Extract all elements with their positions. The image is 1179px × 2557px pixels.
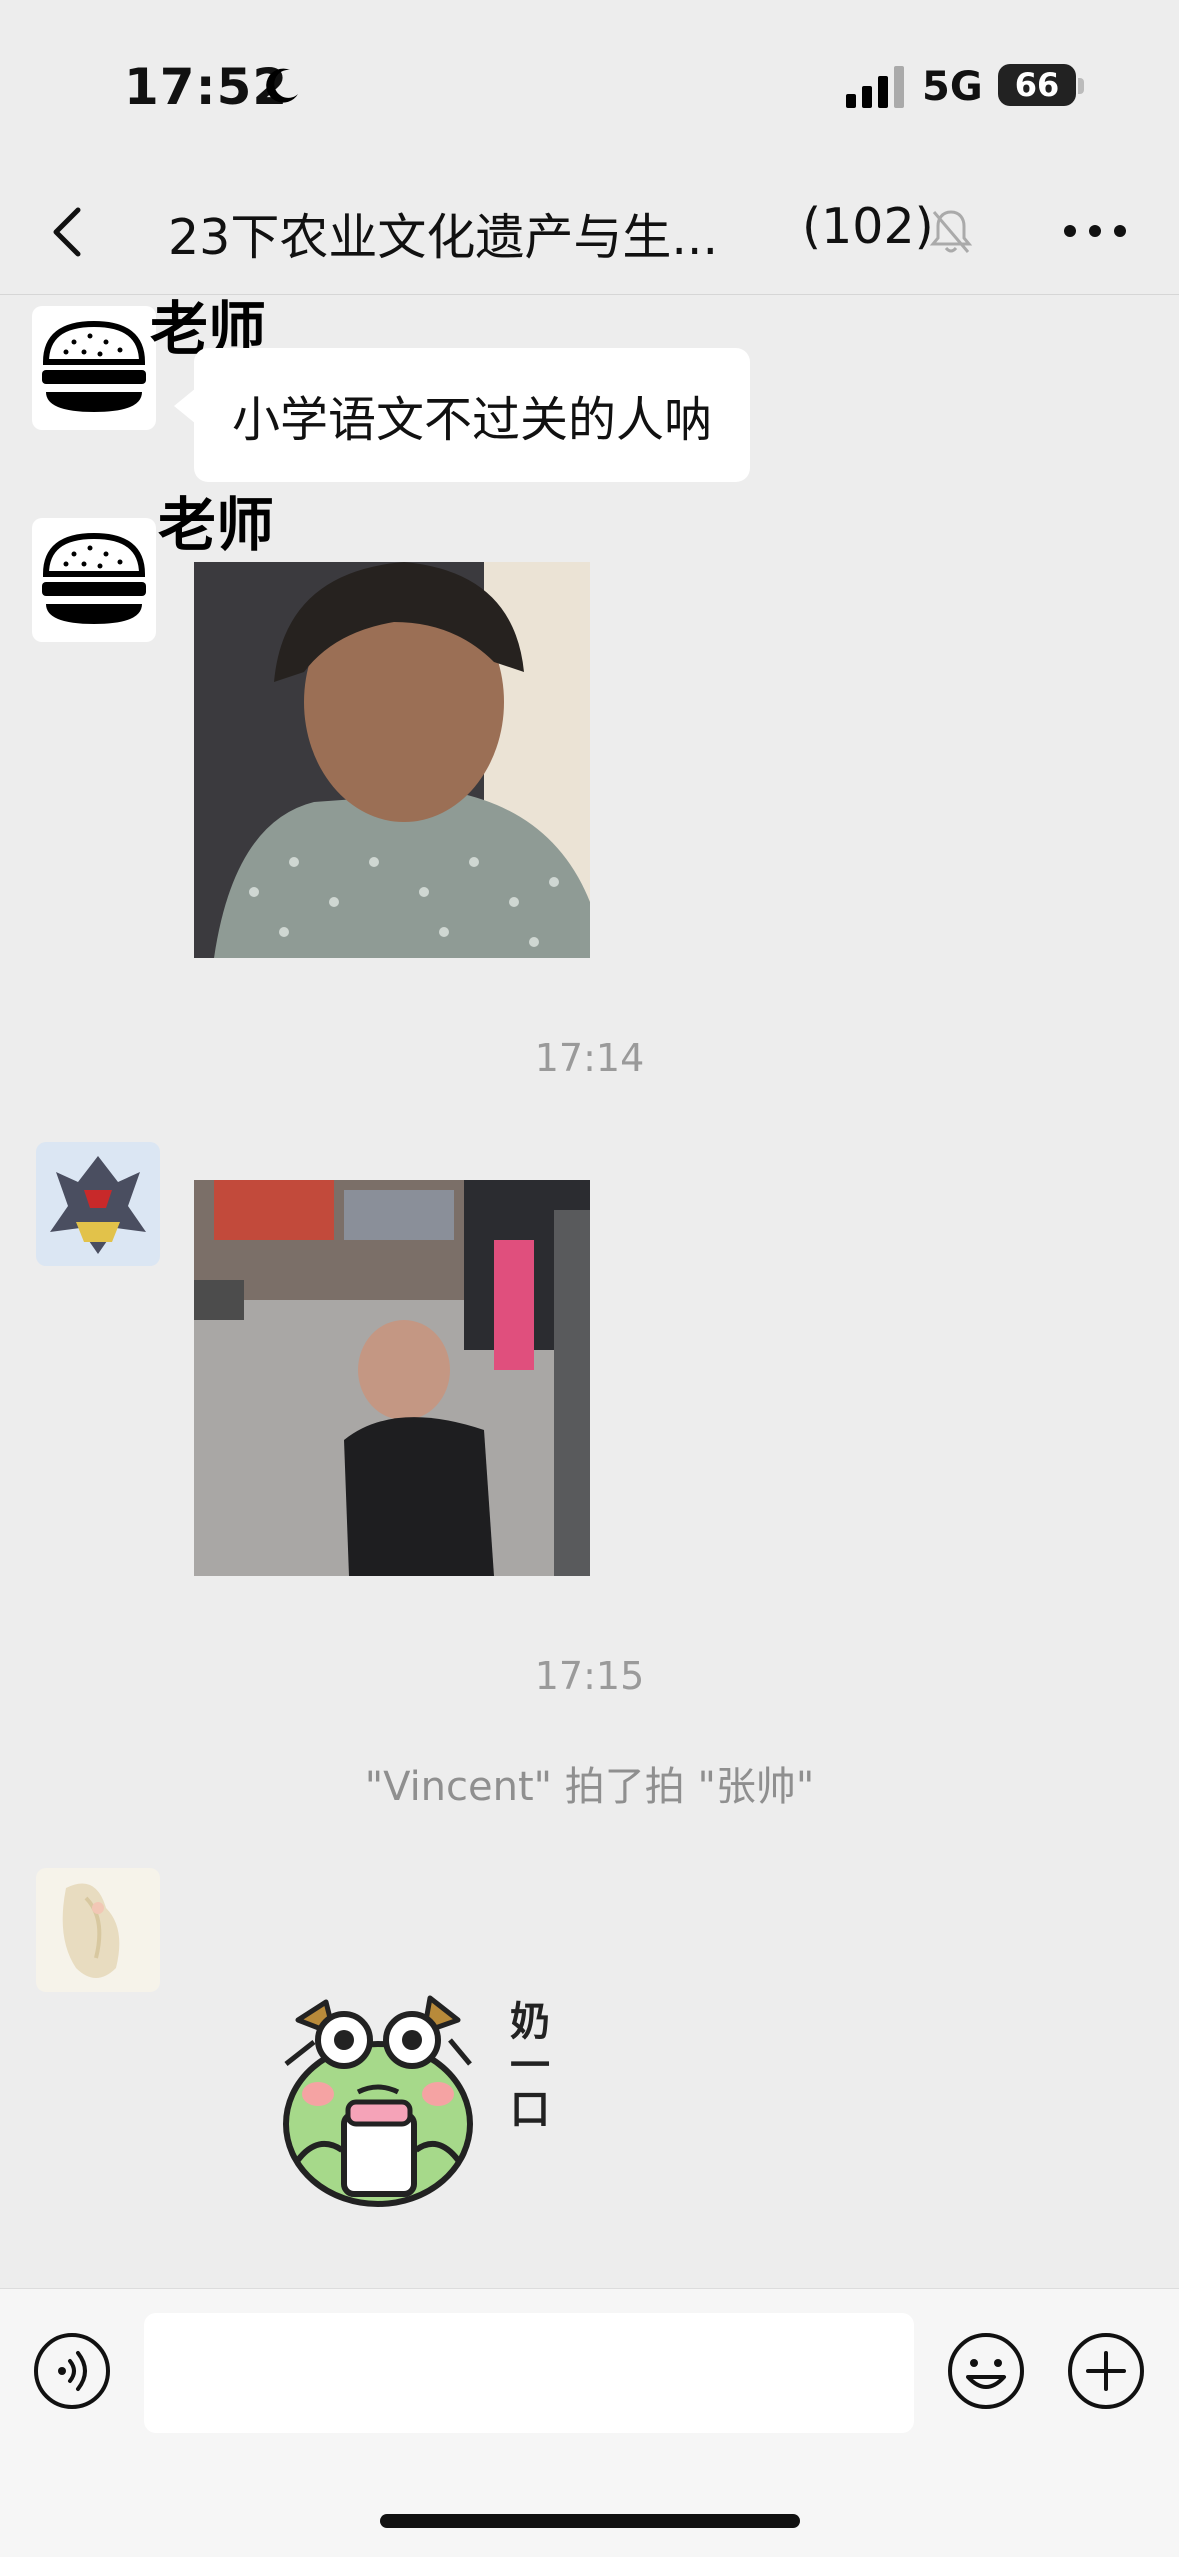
voice-icon[interactable]: [32, 2331, 112, 2411]
system-message: "Vincent" 拍了拍 "张帅": [364, 1764, 815, 1810]
message-input[interactable]: [144, 2313, 914, 2433]
back-icon[interactable]: [38, 200, 98, 264]
illustration-avatar-icon: [36, 1868, 160, 1992]
emoji-icon[interactable]: [946, 2331, 1026, 2411]
burger-avatar-icon: [32, 518, 156, 642]
avatar[interactable]: [32, 306, 156, 430]
timestamp: 17:15: [534, 1654, 645, 1698]
battery-level: 66: [1014, 66, 1060, 104]
photo-street-child: [194, 1180, 590, 1576]
message-bubble[interactable]: 小学语文不过关的人呐: [173, 348, 751, 482]
battery-icon: 66: [998, 64, 1076, 106]
avatar[interactable]: [36, 1868, 160, 1992]
battery-cap: [1078, 78, 1084, 94]
photo-elderly-woman: [194, 562, 590, 958]
video-message[interactable]: [194, 1180, 590, 1576]
avatar[interactable]: [32, 518, 156, 642]
moon-icon: [266, 68, 298, 103]
plus-icon[interactable]: [1066, 2331, 1146, 2411]
image-message[interactable]: [194, 562, 590, 958]
sticker-message[interactable]: 奶一口: [278, 1974, 578, 2214]
status-bar: 17:52 5G 66: [0, 0, 1179, 170]
member-count: (102): [802, 198, 934, 255]
burger-avatar-icon: [32, 306, 156, 430]
signal-icon: [846, 66, 904, 108]
network-type: 5G: [922, 64, 983, 110]
chat-header: 23下农业文化遗产与生... (102): [0, 170, 1179, 295]
mute-bell-icon: [929, 210, 973, 253]
home-indicator: [380, 2514, 800, 2528]
chat-title[interactable]: 23下农业文化遗产与生...: [168, 198, 768, 269]
sticker-caption: 奶一口: [510, 1999, 550, 2133]
avatar[interactable]: [36, 1142, 160, 1266]
sender-name: 老师: [158, 491, 275, 559]
robot-avatar-icon: [36, 1142, 160, 1266]
more-icon[interactable]: [1060, 206, 1130, 256]
timestamp: 17:14: [534, 1036, 645, 1080]
